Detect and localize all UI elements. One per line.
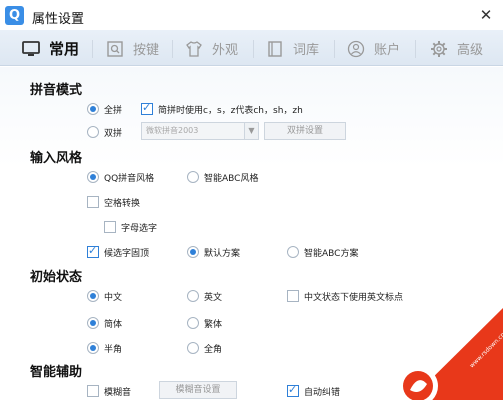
tab-divider: [92, 40, 93, 58]
radio-abc-scheme-label: 智能ABC方案: [304, 249, 359, 259]
radio-halfwidth[interactable]: [87, 342, 99, 354]
window-title: 属性设置: [32, 12, 85, 27]
tab-bar: 常用 按键 外观 词库 账户 高级: [0, 30, 503, 66]
tab-label: 词库: [293, 43, 320, 58]
tab-divider: [253, 40, 254, 58]
tab-label: 按键: [133, 43, 160, 58]
radio-traditional-chinese-label: 繁体: [204, 320, 223, 330]
radio-abc-style-label: 智能ABC风格: [204, 174, 259, 184]
chevron-down-icon: ▼: [244, 123, 258, 139]
radio-chinese[interactable]: [87, 290, 99, 302]
radio-chinese-label: 中文: [104, 293, 123, 303]
tab-divider: [415, 40, 416, 58]
tab-account[interactable]: 账户: [347, 34, 407, 62]
checkbox-space-convert-label: 空格转换: [104, 199, 141, 209]
section-title-input-style: 输入风格: [30, 151, 83, 166]
radio-english-label: 英文: [204, 293, 223, 303]
radio-abc-style[interactable]: [187, 171, 199, 183]
tab-keys[interactable]: 按键: [106, 34, 166, 62]
tab-advanced[interactable]: 高级: [430, 34, 490, 62]
radio-english[interactable]: [187, 290, 199, 302]
checkbox-simplified-pinyin[interactable]: [141, 101, 153, 115]
radio-qq-style-label: QQ拼音风格: [104, 174, 155, 184]
checkbox-fixed-top[interactable]: [87, 244, 99, 258]
radio-halfwidth-label: 半角: [104, 345, 123, 355]
checkbox-fuzzy-pinyin[interactable]: [87, 385, 99, 397]
checkbox-english-punct-label: 中文状态下使用英文标点: [304, 293, 404, 303]
monitor-icon: [22, 41, 40, 56]
checkbox-fuzzy-pinyin-label: 模糊音: [104, 388, 132, 398]
user-icon: [347, 40, 365, 58]
radio-fullwidth[interactable]: [187, 342, 199, 354]
shuangpin-scheme-select[interactable]: 微软拼音2003 ▼: [141, 122, 259, 140]
radio-shuangpin-label: 双拼: [104, 129, 123, 139]
radio-default-scheme-label: 默认方案: [204, 249, 241, 259]
radio-quanpin[interactable]: [87, 103, 99, 115]
qq-pinyin-logo: Q: [5, 6, 24, 25]
tab-divider: [334, 40, 335, 58]
checkbox-letter-select[interactable]: [104, 221, 116, 233]
radio-qq-style[interactable]: [87, 171, 99, 183]
title-bar: Q 属性设置 ✕: [0, 0, 503, 30]
close-button[interactable]: ✕: [476, 6, 496, 24]
checkbox-letter-select-label: 字母选字: [121, 224, 158, 234]
checkbox-english-punct[interactable]: [287, 290, 299, 302]
section-title-initial-state: 初始状态: [30, 270, 83, 285]
tab-label: 外观: [212, 43, 239, 58]
keyboard-icon: [107, 41, 123, 57]
shirt-icon: [186, 41, 202, 57]
radio-quanpin-label: 全拼: [104, 106, 123, 116]
tab-divider: [172, 40, 173, 58]
checkbox-auto-correct[interactable]: [287, 383, 299, 397]
tab-label: 常用: [49, 40, 80, 58]
tab-general[interactable]: 常用: [22, 34, 82, 62]
gear-icon: [431, 41, 447, 57]
radio-shuangpin[interactable]: [87, 126, 99, 138]
radio-fullwidth-label: 全角: [204, 345, 223, 355]
checkbox-auto-correct-label: 自动纠错: [304, 388, 341, 398]
checkbox-simplified-pinyin-label: 简拼时使用c，s，z代表ch，sh，zh: [158, 106, 303, 116]
section-title-pinyin-mode: 拼音模式: [30, 83, 83, 98]
checkbox-space-convert[interactable]: [87, 196, 99, 208]
shuangpin-scheme-value: 微软拼音2003: [146, 126, 199, 135]
settings-content: 拼音模式 全拼 简拼时使用c，s，z代表ch，sh，zh 双拼 微软拼音2003…: [0, 67, 503, 400]
radio-default-scheme[interactable]: [187, 246, 199, 258]
tab-label: 高级: [457, 43, 484, 58]
checkbox-fixed-top-label: 候选字固顶: [104, 249, 150, 259]
section-title-smart-assist: 智能辅助: [30, 365, 83, 380]
tab-label: 账户: [374, 43, 401, 58]
radio-abc-scheme[interactable]: [287, 246, 299, 258]
tab-dictionary[interactable]: 词库: [266, 34, 326, 62]
shuangpin-settings-button[interactable]: 双拼设置: [264, 122, 346, 140]
book-icon: [268, 41, 282, 57]
tab-appearance[interactable]: 外观: [185, 34, 245, 62]
fuzzy-settings-button[interactable]: 模糊音设置: [159, 381, 237, 399]
radio-traditional-chinese[interactable]: [187, 317, 199, 329]
radio-simplified-chinese[interactable]: [87, 317, 99, 329]
radio-simplified-chinese-label: 简体: [104, 320, 123, 330]
